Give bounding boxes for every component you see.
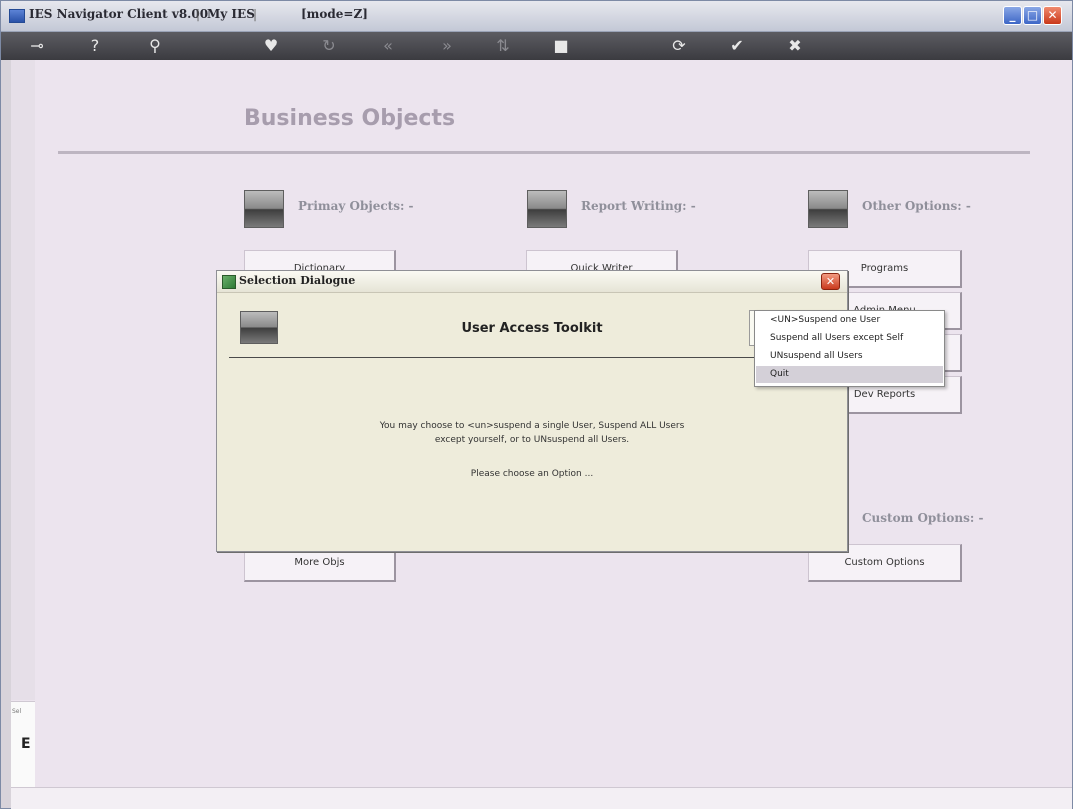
dialog-title-bar: Selection Dialogue ✕	[217, 271, 847, 293]
dialog-message-line2: except yourself, or to UNsuspend all Use…	[434, 435, 630, 445]
side-panel-label: Sel	[12, 708, 22, 715]
menu-item-unsuspend-all[interactable]: UNsuspend all Users	[756, 348, 943, 365]
reload-icon[interactable]: ⟳	[667, 34, 691, 58]
left-panel	[11, 60, 35, 700]
close-icon[interactable]: ✖	[783, 34, 807, 58]
refresh-icon[interactable]: ↻	[317, 34, 341, 58]
primary-objects-icon	[244, 190, 284, 228]
title-separator: |	[196, 7, 201, 21]
side-panel: Sel E	[11, 701, 35, 788]
check-icon[interactable]: ✔	[725, 34, 749, 58]
title-divider	[58, 151, 1030, 154]
app-icon	[9, 9, 25, 23]
primary-objects-label: Primay Objects: -	[298, 199, 414, 213]
side-panel-letter: E	[21, 736, 31, 752]
search-icon[interactable]: ⚲	[143, 34, 167, 58]
rewind-icon[interactable]: «	[376, 34, 400, 58]
report-writing-label: Report Writing: -	[581, 199, 696, 213]
close-button[interactable]: ✕	[1043, 6, 1062, 25]
menu-item-suspend-one[interactable]: <UN>Suspend one User	[756, 312, 943, 329]
dialog-app-icon	[222, 275, 236, 289]
dialog-message-line1: You may choose to <un>suspend a single U…	[379, 421, 685, 431]
title-separator-2: |	[253, 7, 258, 21]
maximize-button[interactable]: □	[1023, 6, 1042, 25]
stop-icon[interactable]: ■	[549, 34, 573, 58]
dialog-message-line3: Please choose an Option ...	[470, 469, 594, 479]
window-title: IES Navigator Client v8.00	[29, 7, 209, 21]
dialog-divider	[229, 357, 837, 358]
key-icon[interactable]: ⊸	[25, 34, 49, 58]
page-title: Business Objects	[244, 106, 456, 131]
other-options-icon	[808, 190, 848, 228]
help-icon[interactable]: ?	[83, 34, 107, 58]
custom-options-label: Custom Options: -	[862, 511, 984, 525]
window-subtitle: My IES	[207, 7, 255, 21]
option-dropdown-menu: <UN>Suspend one User Suspend all Users e…	[754, 310, 945, 387]
forward-icon[interactable]: »	[435, 34, 459, 58]
minimize-button[interactable]: _	[1003, 6, 1022, 25]
menu-item-quit[interactable]: Quit	[756, 366, 943, 383]
report-writing-icon	[527, 190, 567, 228]
dialog-close-button[interactable]: ✕	[821, 273, 840, 290]
other-options-label: Other Options: -	[862, 199, 971, 213]
status-bar	[11, 787, 1072, 809]
menu-item-suspend-all[interactable]: Suspend all Users except Self	[756, 330, 943, 347]
dialog-title: Selection Dialogue	[239, 274, 356, 287]
toolbar: ⊸ ? ⚲ ♥ ↻ « » ⇅ ■ ⟳ ✔ ✖	[1, 32, 1072, 60]
title-bar: IES Navigator Client v8.00 | My IES | [m…	[1, 1, 1072, 32]
left-strip	[1, 60, 11, 808]
window-mode: [mode=Z]	[301, 7, 368, 21]
sort-icon[interactable]: ⇅	[491, 34, 515, 58]
heart-icon[interactable]: ♥	[259, 34, 283, 58]
